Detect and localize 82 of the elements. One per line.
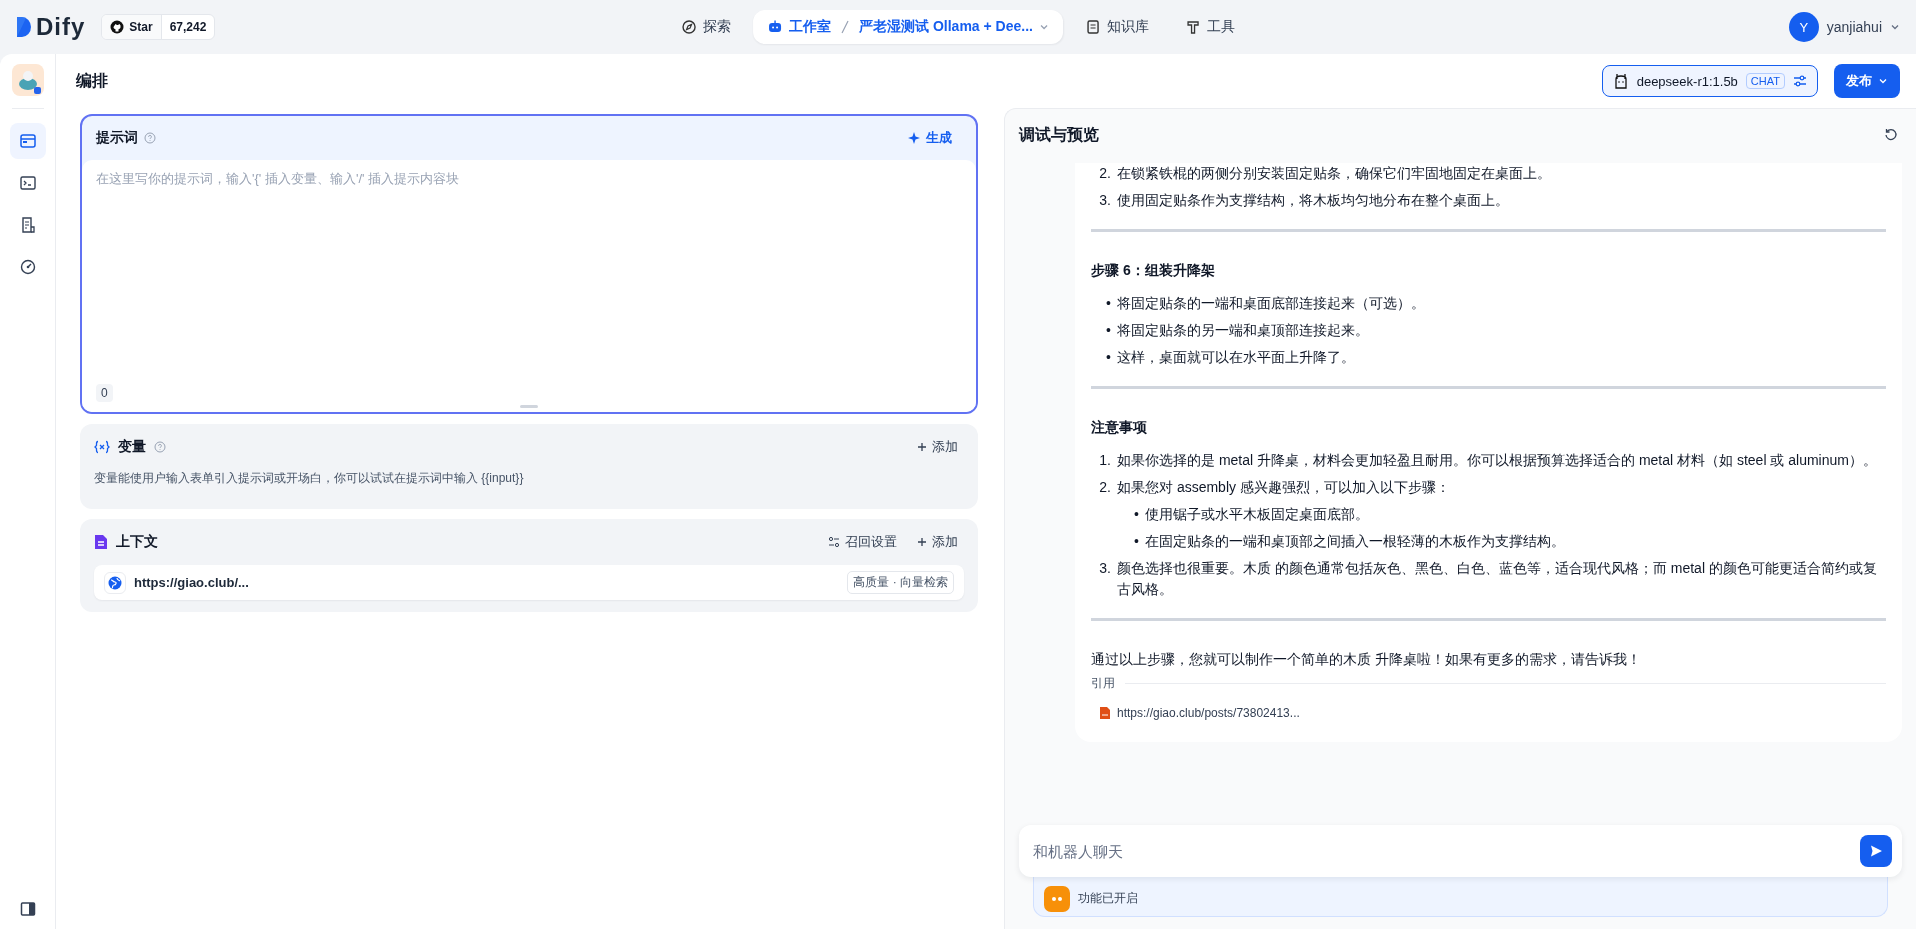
list-item-text: 将固定贴条的另一端和桌顶部连接起来。	[1117, 321, 1370, 340]
nav-tab[interactable]: 工作室 严老湿测试 Ollama + Dee...	[753, 10, 1063, 44]
compass-icon	[681, 19, 698, 35]
mode-badge: CHAT	[1745, 73, 1785, 89]
list-marker: 2.	[1098, 478, 1111, 497]
generate-button[interactable]: 生成	[898, 125, 962, 151]
character-count: 0	[96, 384, 113, 402]
logo-icon	[16, 16, 32, 38]
list-marker: 3.	[1098, 191, 1111, 210]
prompt-field[interactable]: 在这里写你的提示词，输入'{' 插入变量、输入'/' 插入提示内容块 0	[82, 160, 976, 412]
github-star-button[interactable]: Star 67,242	[101, 14, 216, 40]
variables-description: 变量能使用户输入表单引入提示词或开场白，你可以试试在提示词中输入 {{input}}	[94, 470, 525, 487]
list-item-text: 如果你选择的是 metal 升降桌，材料会更加轻盈且耐用。你可以根据预算选择适合的 metal 材料（如 steel 或 aluminum）。	[1117, 451, 1878, 470]
section-title: 提示词	[96, 129, 138, 147]
send-icon	[1869, 844, 1883, 858]
section-heading: 注意事项	[1091, 418, 1148, 437]
sliders-icon	[1793, 74, 1807, 88]
logo-text: Dify	[36, 13, 86, 41]
robot-icon	[767, 19, 784, 35]
dataset-name: https://giao.club/...	[134, 575, 249, 590]
model-selector[interactable]: deepseek-r1:1.5b CHAT	[1601, 65, 1818, 97]
section-title: 上下文	[116, 533, 158, 551]
dataset-item[interactable]: https://giao.club/... 高质量 · 向量检索	[94, 565, 964, 600]
answer-text: 通过以上步骤，您就可以制作一个简单的木质 升降桌啦！如果有更多的需求，请告诉我！	[1091, 650, 1642, 669]
terminal-icon	[18, 174, 37, 192]
chat-input[interactable]: 和机器人聊天	[1019, 825, 1902, 877]
list-marker: •	[1105, 321, 1111, 340]
send-button[interactable]	[1860, 835, 1892, 867]
nav-tab[interactable]: 探索	[667, 10, 746, 44]
list-marker: 2.	[1098, 164, 1111, 183]
plus-icon	[917, 537, 927, 547]
list-item-text: 在锁紧铁棍的两侧分别安装固定贴条，确保它们牢固地固定在桌面上。	[1117, 164, 1552, 183]
book-icon	[1084, 19, 1101, 35]
citation-label: 引用	[1091, 675, 1115, 692]
list-item-text: 使用固定贴条作为支撑结构，将木板均匀地分布在整个桌面上。	[1117, 191, 1510, 210]
section-title: 变量	[118, 438, 146, 456]
section-heading: 步骤 6：组装升降架	[1091, 261, 1216, 280]
chevron-down-icon	[1890, 22, 1900, 32]
publish-button[interactable]: 发布	[1834, 64, 1900, 98]
features-text: 功能已开启	[1078, 890, 1138, 907]
chevron-down-icon	[1878, 76, 1888, 86]
refresh-icon	[1884, 128, 1898, 142]
panel-title: 调试与预览	[1019, 124, 1099, 145]
citation-link[interactable]: https://giao.club/posts/73802413...	[1091, 698, 1308, 728]
list-item-text: 颜色选择也很重要。木质 的颜色通常包括灰色、黑色、白色、蓝色等，适合现代风格；而 metal 的颜色可能更适合简约或复古风格。	[1117, 559, 1878, 599]
app-icon	[11, 64, 44, 96]
list-item-text: 如果您对 assembly 感兴趣强烈，可以加入以下步骤：	[1117, 478, 1451, 497]
retrieval-tag: 高质量 · 向量检索	[847, 571, 954, 594]
list-marker: 1.	[1098, 451, 1111, 470]
slash-divider-icon	[841, 20, 850, 34]
panel-toggle-icon	[19, 901, 36, 917]
help-icon	[154, 441, 166, 453]
github-icon	[110, 20, 125, 34]
chevron-down-icon	[1038, 22, 1049, 32]
resize-handle[interactable]	[520, 405, 538, 408]
nav-tab[interactable]: 知识库	[1070, 10, 1163, 44]
nav-tab[interactable]: 工具	[1170, 10, 1249, 44]
list-item-text: 这样，桌面就可以在水平面上升降了。	[1117, 348, 1356, 367]
user-menu[interactable]: Y yanjiahui	[1788, 12, 1900, 42]
add-button[interactable]: 添加	[911, 434, 964, 460]
chat-input-field[interactable]: 和机器人聊天	[1031, 841, 1860, 861]
list-item-text: 在固定贴条的一端和桌顶部之间插入一根轻薄的木板作为支撑结构。	[1145, 532, 1566, 551]
list-marker: •	[1133, 505, 1139, 524]
list-item-text: 使用锯子或水平木板固定桌面底部。	[1145, 505, 1370, 524]
list-marker: •	[1105, 348, 1111, 367]
add-button[interactable]: 添加	[911, 529, 964, 555]
prompt-input[interactable]: 在这里写你的提示词，输入'{' 插入变量、输入'/' 插入提示内容块	[82, 160, 976, 384]
gauge-icon	[18, 258, 37, 276]
sparkle-icon	[908, 132, 920, 144]
settings-icon	[828, 536, 840, 548]
list-item-text: 将固定贴条的一端和桌面底部连接起来（可选）。	[1117, 294, 1426, 313]
file-icon	[1099, 706, 1111, 720]
window-icon	[18, 132, 37, 150]
list-marker: •	[1133, 532, 1139, 551]
list-marker: 3.	[1098, 559, 1111, 578]
plus-icon	[917, 442, 927, 452]
list-marker: •	[1105, 294, 1111, 313]
variable-icon	[94, 440, 110, 454]
document-icon	[94, 534, 108, 550]
retrieval-settings-button[interactable]: 召回设置	[822, 529, 903, 555]
help-icon	[144, 132, 156, 144]
page-title: 编排	[76, 70, 108, 91]
